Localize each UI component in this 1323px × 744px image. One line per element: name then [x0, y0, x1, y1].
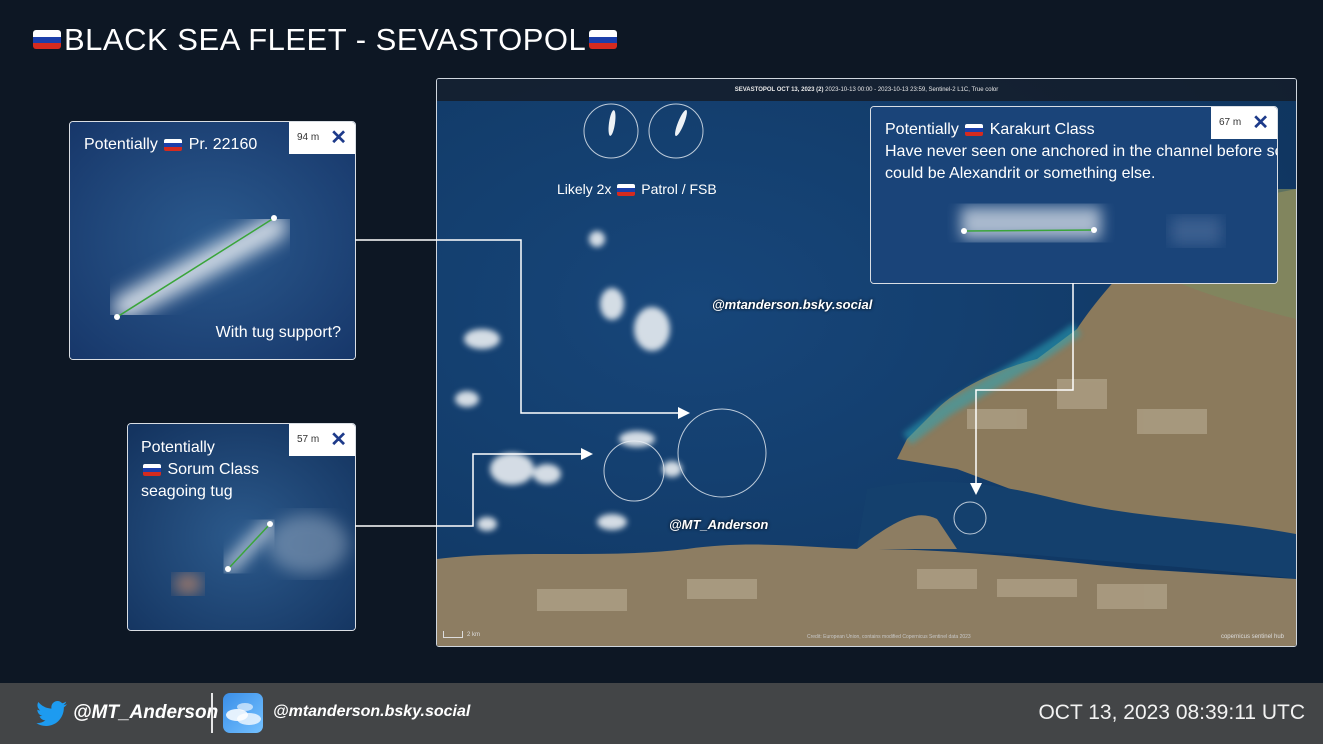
close-icon[interactable]: ✕ [330, 427, 347, 452]
scale-bar: 2 km [443, 631, 480, 638]
callout-sorum: Potentially Sorum Class seagoing tug 57 … [127, 423, 356, 631]
footer-bar: @MT_Anderson @mtanderson.bsky.social OCT… [0, 683, 1323, 744]
image-metadata-header: SEVASTOPOL OCT 13, 2023 (2) 2023-10-13 0… [437, 79, 1296, 101]
close-icon[interactable]: ✕ [1252, 110, 1269, 135]
bluesky-icon[interactable] [223, 693, 263, 733]
pr22160-title: Potentially Pr. 22160 [84, 136, 258, 153]
page-title-text: BLACK SEA FLEET - SEVASTOPOL [64, 22, 587, 57]
callout-karakurt: Potentially Karakurt Class Have never se… [870, 106, 1278, 284]
length-measure: 67 m ✕ [1211, 107, 1277, 139]
length-measure: 57 m ✕ [289, 424, 355, 456]
russian-flag-icon [965, 123, 984, 136]
close-icon[interactable]: ✕ [330, 125, 347, 150]
capture-timestamp: OCT 13, 2023 08:39:11 UTC [1038, 701, 1305, 724]
russian-flag-icon [589, 30, 618, 50]
callout-pr22160: Potentially Pr. 22160 With tug support? … [69, 121, 356, 360]
sorum-text: Potentially Sorum Class seagoing tug [141, 439, 260, 500]
patrol-label: Likely 2x Patrol / FSB [557, 181, 717, 197]
length-measure: 94 m ✕ [289, 122, 355, 154]
twitter-handle[interactable]: @MT_Anderson [73, 702, 218, 724]
russian-flag-icon [143, 463, 161, 476]
bluesky-handle[interactable]: @mtanderson.bsky.social [273, 703, 470, 721]
footer-divider [211, 693, 213, 733]
russian-flag-icon [164, 138, 183, 151]
pr22160-note: With tug support? [215, 324, 341, 341]
copernicus-logo: copernicus sentinel hub [1220, 634, 1284, 640]
twitter-watermark: @MT_Anderson [669, 517, 769, 532]
page-title: BLACK SEA FLEET - SEVASTOPOL [30, 22, 620, 58]
russian-flag-icon [617, 184, 636, 197]
bluesky-watermark: @mtanderson.bsky.social [712, 297, 873, 312]
russian-flag-icon [33, 30, 61, 50]
twitter-bird-icon[interactable] [36, 701, 68, 727]
image-credit: Credit: European Union, contains modifie… [807, 634, 971, 640]
